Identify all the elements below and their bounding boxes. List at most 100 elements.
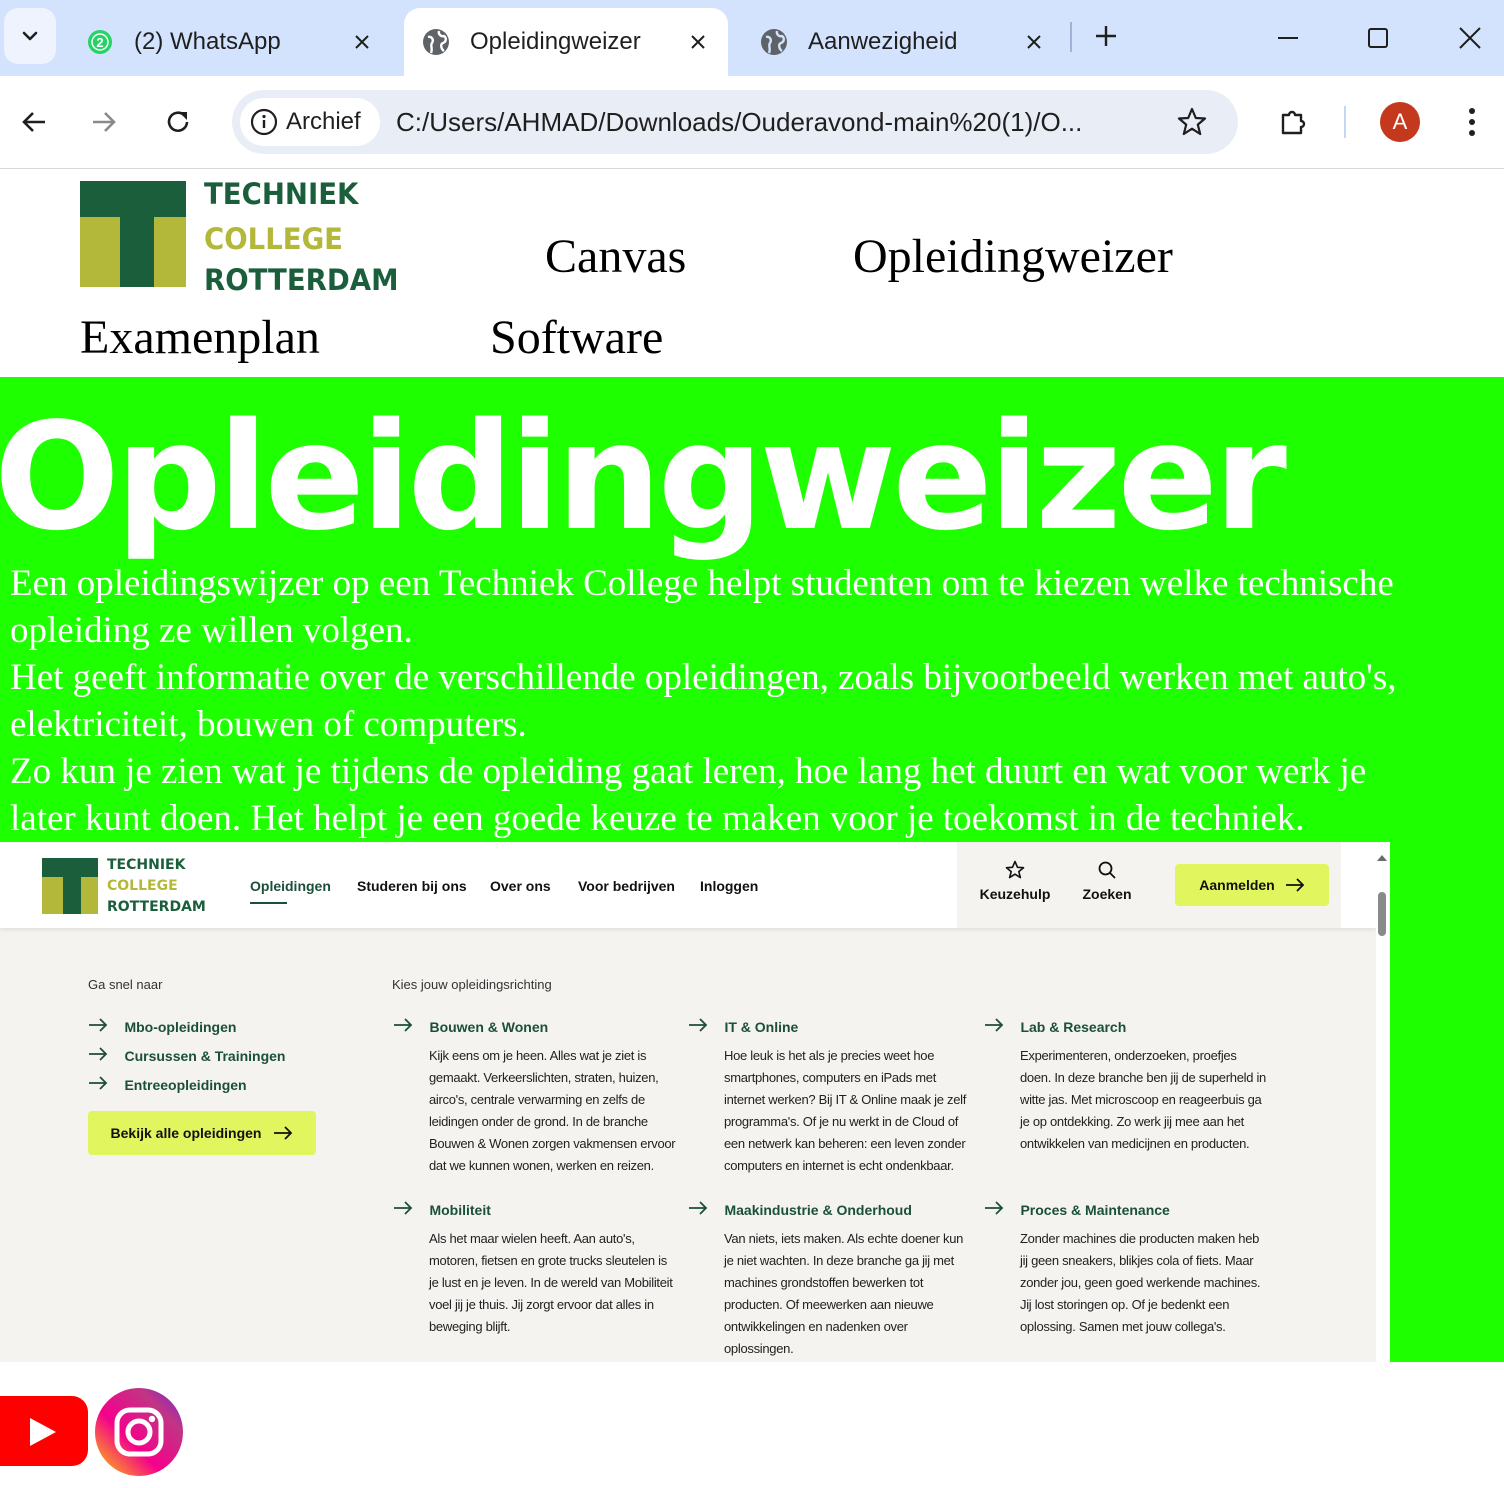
desc-line: zonder jou, geen goed werkende machines. [1020,1275,1261,1290]
embedded-menu-opleidingen[interactable]: Opleidingen [250,878,331,894]
embedded-menu-studeren[interactable]: Studeren bij ons [357,878,467,894]
embedded-aanmelden-button[interactable]: Aanmelden [1175,864,1329,906]
close-window-button[interactable] [1444,12,1496,64]
desc-line: producten. Of meewerken aan nieuwe [724,1297,934,1312]
direction-description: Zonder machines die producten maken heb … [1020,1228,1290,1338]
new-tab-button[interactable] [1088,18,1124,54]
direction-title: Maakindustrie & Onderhoud [724,1202,912,1218]
url-text[interactable]: C:/Users/AHMAD/Downloads/Ouderavond-main… [396,104,1142,140]
tab-title: Aanwezigheid [808,28,958,55]
direction-maakindustrie[interactable]: Maakindustrie & Onderhoud [688,1201,912,1220]
bookmark-button[interactable] [1168,98,1216,146]
profile-avatar[interactable]: A [1380,102,1420,142]
desc-line: computers en internet is echt ondenkbaar… [724,1158,954,1173]
embedded-logo-mark [42,858,98,914]
site-info-label: Archief [286,108,361,135]
site-logo-text: TECHNIEK COLLEGE ROTTERDAM [204,176,398,295]
desc-line: Van niets, iets maken. Als echte doener … [724,1231,964,1246]
back-button[interactable] [10,98,58,146]
embedded-zoeken[interactable]: Zoeken [1067,860,1147,902]
embedded-menu-voor-bedrijven[interactable]: Voor bedrijven [578,878,675,894]
direction-it-online[interactable]: IT & Online [688,1018,798,1037]
close-tab-icon[interactable] [684,28,712,56]
kies-richting-title: Kies jouw opleidingsrichting [392,977,552,992]
arrow-right-icon [689,1201,708,1215]
aanmelden-label: Aanmelden [1199,877,1275,893]
direction-description: Kijk eens om je heen. Alles wat je ziet … [429,1045,699,1177]
direction-description: Als het maar wielen heeft. Aan auto's, m… [429,1228,699,1338]
desc-line: Kijk eens om je heen. Alles wat je ziet … [429,1048,647,1063]
embedded-logo-line-3: ROTTERDAM [107,899,206,915]
embedded-menu-underline [250,902,287,904]
desc-line: ontwikkelen van medicijnen en producten. [1020,1136,1250,1151]
desc-line: je op ontdekking. Zo werk jij mee aan he… [1020,1114,1244,1129]
hero-line: opleiding ze willen volgen. [10,610,413,651]
quick-link-entree[interactable]: Entreeopleidingen [88,1076,247,1095]
direction-title: Bouwen & Wonen [429,1019,549,1035]
tab-whatsapp[interactable]: 2 (2) WhatsApp [72,8,392,76]
direction-description: Hoe leuk is het als je precies weet hoe … [724,1045,994,1177]
scroll-up-icon [1376,850,1388,861]
menu-button[interactable] [1448,98,1496,146]
tab-aanwezigheid[interactable]: Aanwezigheid [742,8,1064,76]
hero-title: Opleidingweizer [0,391,1287,563]
hero-line: elektriciteit, bouwen of computers. [10,704,527,745]
reload-button[interactable] [154,98,202,146]
embedded-logo-text: TECHNIEK COLLEGE ROTTERDAM [107,855,206,917]
nav-link-opleidingweizer[interactable]: Opleidingweizer [853,229,1173,285]
site-logo-mark [80,181,186,287]
close-icon [1459,27,1481,49]
desc-line: motoren, fietsen en grote trucks sleutel… [429,1253,667,1268]
embedded-keuzehulp[interactable]: Keuzehulp [975,860,1055,902]
arrow-right-icon [93,112,116,132]
nav-link-software[interactable]: Software [490,310,663,366]
desc-line: een netwerk kan beheren: een leven zonde… [724,1136,966,1151]
desc-line: oplossingen. [724,1341,794,1356]
direction-proces-maintenance[interactable]: Proces & Maintenance [984,1201,1170,1220]
embedded-menu-inloggen[interactable]: Inloggen [700,878,758,894]
embedded-screenshot: TECHNIEK COLLEGE ROTTERDAM Opleidingen S… [0,842,1390,1362]
star-icon [1177,107,1207,136]
direction-mobiliteit[interactable]: Mobiliteit [393,1201,491,1220]
instagram-icon[interactable] [95,1388,183,1476]
desc-line: Hoe leuk is het als je precies weet hoe [724,1048,935,1063]
arrow-right-icon [985,1018,1004,1032]
extensions-button[interactable] [1270,98,1318,146]
arrow-right-icon [89,1047,108,1061]
maximize-icon [1368,28,1388,48]
desc-line: beweging blijft. [429,1319,511,1334]
site-info-chip[interactable]: Archief [240,98,380,146]
minimize-button[interactable] [1262,12,1314,64]
youtube-icon[interactable] [0,1396,88,1466]
search-icon [1098,861,1116,879]
nav-link-canvas[interactable]: Canvas [545,229,686,285]
nav-link-examenplan[interactable]: Examenplan [80,310,320,366]
hero-description: Een opleidingswijzer op een Techniek Col… [10,560,1504,842]
desc-line: ontwikkelingen en nadenken over [724,1319,908,1334]
quick-link-label: Cursussen & Trainingen [124,1048,286,1064]
bekijk-alle-opleidingen-button[interactable]: Bekijk alle opleidingen [88,1111,316,1155]
tab-search-button[interactable] [4,8,56,64]
tab-opleidingweizer[interactable]: Opleidingweizer [404,8,728,76]
more-vert-icon [1469,108,1475,136]
zoeken-label: Zoeken [1082,886,1132,902]
quick-link-mbo[interactable]: Mbo-opleidingen [88,1018,236,1037]
desc-line: je niet wachten. In deze branche ga jij … [724,1253,954,1268]
quick-links-title: Ga snel naar [88,977,163,992]
maximize-button[interactable] [1352,12,1404,64]
direction-bouwen-wonen[interactable]: Bouwen & Wonen [393,1018,548,1037]
close-tab-icon[interactable] [348,28,376,56]
desc-line: Experimenteren, onderzoeken, proefjes [1020,1048,1237,1063]
tab-title: Opleidingweizer [470,28,641,55]
quick-link-cursussen[interactable]: Cursussen & Trainingen [88,1047,286,1066]
forward-button[interactable] [80,98,128,146]
desc-line: internet werken? Bij IT & Online maak je… [724,1092,967,1107]
direction-lab-research[interactable]: Lab & Research [984,1018,1126,1037]
direction-title: IT & Online [724,1019,799,1035]
whatsapp-icon: 2 [86,28,114,56]
keuzehulp-label: Keuzehulp [979,886,1051,902]
embedded-menu-over-ons[interactable]: Over ons [490,878,551,894]
desc-line: leidingen onder de grond. In de branche [429,1114,648,1129]
close-tab-icon[interactable] [1020,28,1048,56]
embedded-scrollbar-thumb[interactable] [1378,892,1386,936]
